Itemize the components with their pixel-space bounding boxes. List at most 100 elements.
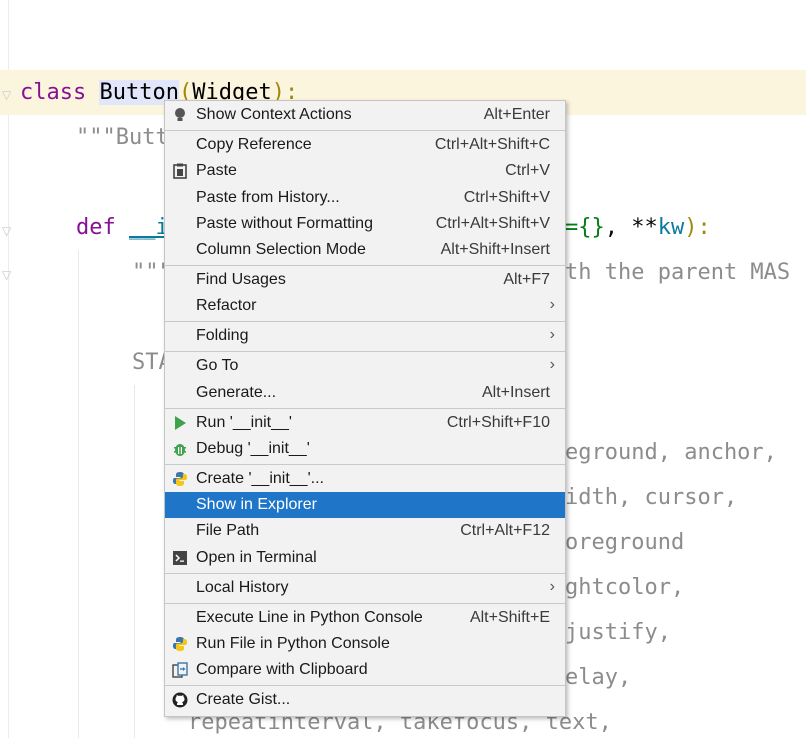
code-line-def[interactable]: def __i (76, 213, 169, 243)
keyword-class: class (20, 80, 87, 105)
run-icon (172, 415, 188, 431)
param-default: ={} (565, 215, 605, 240)
menu-item-shortcut: Ctrl+Shift+V (463, 189, 550, 206)
menu-item-label: Run '__init__' (196, 414, 292, 431)
keyword-def: def (76, 215, 116, 240)
indent-guide (78, 250, 79, 738)
submenu-arrow-icon: › (549, 356, 555, 373)
menu-item-paste[interactable]: Paste Ctrl+V (165, 158, 565, 184)
menu-item-label: Paste without Formatting (196, 215, 373, 232)
menu-item-shortcut: Alt+Insert (481, 384, 550, 401)
terminal-icon (172, 550, 188, 566)
menu-item-label: Show Context Actions (196, 106, 352, 123)
menu-item-run-file-python-console[interactable]: Run File in Python Console (165, 631, 565, 657)
menu-item-copy-reference[interactable]: Copy Reference Ctrl+Alt+Shift+C (165, 132, 565, 158)
fold-marker-icon[interactable]: ▽ (2, 88, 14, 102)
debug-icon (172, 441, 188, 457)
menu-item-paste-without-formatting[interactable]: Paste without Formatting Ctrl+Alt+Shift+… (165, 211, 565, 237)
menu-item-label: Column Selection Mode (196, 241, 366, 258)
menu-item-debug-init[interactable]: Debug '__init__' (165, 436, 565, 462)
code-line-def-params[interactable]: ={}, **kw): (565, 213, 711, 243)
menu-item-label: Find Usages (196, 271, 286, 288)
menu-separator (165, 573, 565, 574)
bulb-icon (172, 107, 188, 123)
github-icon (172, 692, 188, 708)
menu-item-label: Create '__init__'... (196, 470, 324, 487)
menu-separator (165, 351, 565, 352)
menu-item-shortcut: Ctrl+V (505, 162, 550, 179)
menu-item-shortcut: Alt+F7 (503, 271, 550, 288)
menu-separator (165, 464, 565, 465)
menu-item-shortcut: Alt+Enter (483, 106, 550, 123)
code-line-docstring[interactable]: """Butt (76, 123, 169, 153)
code-line-opt[interactable]: ghtcolor, (565, 573, 684, 603)
menu-item-execute-line-python-console[interactable]: Execute Line in Python Console Alt+Shift… (165, 605, 565, 631)
code-line-opt[interactable]: idth, cursor, (565, 483, 737, 513)
menu-item-label: Paste (196, 162, 237, 179)
fold-marker-icon[interactable]: ▽ (2, 268, 14, 282)
fold-marker-icon[interactable]: ▽ (2, 224, 14, 238)
menu-separator (165, 603, 565, 604)
menu-item-local-history[interactable]: Local History › (165, 575, 565, 601)
menu-item-label: Compare with Clipboard (196, 661, 368, 678)
menu-item-create-init[interactable]: Create '__init__'... (165, 466, 565, 492)
clipboard-icon (172, 163, 188, 179)
menu-item-label: Show in Explorer (196, 496, 317, 513)
menu-item-shortcut: Ctrl+Alt+Shift+C (434, 136, 550, 153)
menu-item-compare-with-clipboard[interactable]: Compare with Clipboard (165, 657, 565, 683)
menu-item-label: Create Gist... (196, 691, 291, 708)
submenu-arrow-icon: › (549, 296, 555, 313)
menu-item-label: Refactor (196, 297, 257, 314)
menu-separator (165, 321, 565, 322)
menu-item-shortcut: Ctrl+Alt+F12 (460, 522, 550, 539)
submenu-arrow-icon: › (549, 578, 555, 595)
menu-item-label: Folding (196, 327, 249, 344)
menu-item-open-in-terminal[interactable]: Open in Terminal (165, 545, 565, 571)
menu-item-show-context-actions[interactable]: Show Context Actions Alt+Enter (165, 102, 565, 128)
menu-separator (165, 408, 565, 409)
menu-item-folding[interactable]: Folding › (165, 323, 565, 349)
param-close: ): (684, 215, 711, 240)
menu-item-shortcut: Ctrl+Alt+Shift+V (435, 215, 550, 232)
code-line-opt[interactable]: elay, (565, 663, 631, 693)
code-line-opt[interactable]: justify, (565, 618, 671, 648)
menu-item-shortcut: Ctrl+Shift+F10 (446, 414, 550, 431)
menu-item-shortcut: Alt+Shift+E (469, 609, 550, 626)
menu-item-paste-from-history[interactable]: Paste from History... Ctrl+Shift+V (165, 185, 565, 211)
menu-item-label: Execute Line in Python Console (196, 609, 423, 626)
menu-item-label: Copy Reference (196, 136, 312, 153)
compare-icon (172, 662, 188, 678)
menu-item-label: Paste from History... (196, 189, 340, 206)
menu-item-shortcut: Alt+Shift+Insert (440, 241, 550, 258)
menu-item-create-gist[interactable]: Create Gist... (165, 687, 565, 713)
code-line-opt[interactable]: oreground (565, 528, 684, 558)
menu-item-show-in-explorer[interactable]: Show in Explorer (165, 492, 565, 518)
menu-item-column-selection-mode[interactable]: Column Selection Mode Alt+Shift+Insert (165, 237, 565, 263)
submenu-arrow-icon: › (549, 326, 555, 343)
code-line-doc2-end[interactable]: th the parent MAS (565, 258, 790, 288)
menu-item-find-usages[interactable]: Find Usages Alt+F7 (165, 267, 565, 293)
indent-guide (134, 385, 135, 738)
python-icon (172, 471, 188, 487)
code-line-opt[interactable]: eground, anchor, (565, 438, 777, 468)
menu-item-label: File Path (196, 522, 260, 539)
menu-item-label: Debug '__init__' (196, 440, 310, 457)
menu-item-label: Local History (196, 579, 289, 596)
menu-item-label: Generate... (196, 384, 277, 401)
menu-item-label: Open in Terminal (196, 549, 317, 566)
param-sep: , ** (604, 215, 658, 240)
menu-item-generate[interactable]: Generate... Alt+Insert (165, 380, 565, 406)
menu-item-refactor[interactable]: Refactor › (165, 293, 565, 319)
menu-item-run-init[interactable]: Run '__init__' Ctrl+Shift+F10 (165, 410, 565, 436)
param-kw: kw (657, 215, 685, 240)
python-icon (172, 636, 188, 652)
context-menu: Show Context Actions Alt+Enter Copy Refe… (164, 100, 566, 717)
menu-item-go-to[interactable]: Go To › (165, 353, 565, 379)
menu-item-label: Run File in Python Console (196, 635, 390, 652)
def-name: __i (129, 215, 169, 240)
menu-item-label: Go To (196, 357, 239, 374)
menu-separator (165, 130, 565, 131)
menu-separator (165, 685, 565, 686)
menu-separator (165, 265, 565, 266)
menu-item-file-path[interactable]: File Path Ctrl+Alt+F12 (165, 518, 565, 544)
